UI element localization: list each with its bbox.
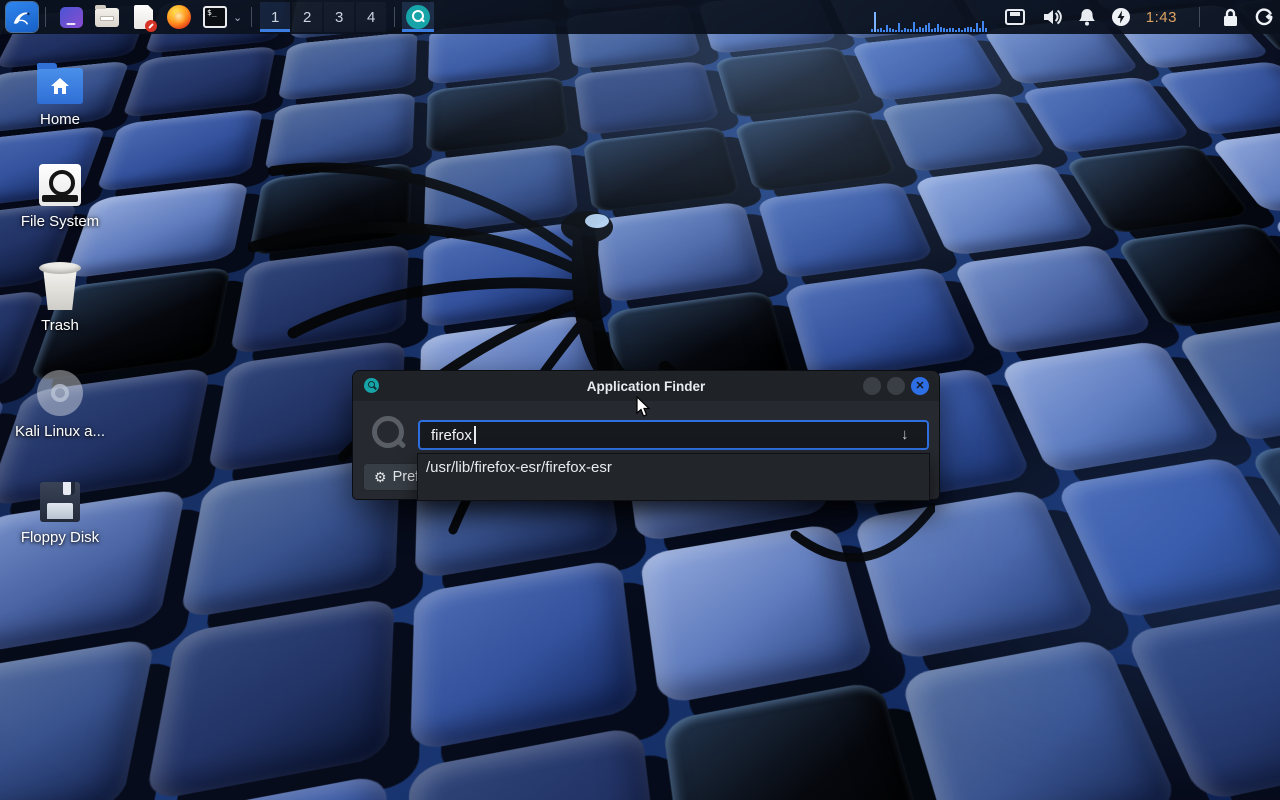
- window-title: Application Finder: [353, 379, 939, 394]
- desktop-icon-floppy-disk[interactable]: Floppy Disk: [5, 474, 115, 546]
- file-manager-icon: [95, 8, 119, 27]
- text-editor-icon: [134, 5, 153, 29]
- text-caret: [474, 426, 476, 444]
- terminal-icon: $_: [203, 6, 227, 28]
- panel-clock[interactable]: 1:43: [1146, 9, 1177, 26]
- kali-logo-icon: [11, 6, 33, 28]
- applications-menu-button[interactable]: [6, 2, 38, 32]
- gear-icon: ⚙: [374, 469, 387, 486]
- hard-drive-icon: [39, 164, 81, 206]
- workspace-button-3[interactable]: 3: [324, 2, 354, 32]
- lock-icon: [1222, 8, 1239, 27]
- launcher-terminal[interactable]: $_: [202, 4, 228, 30]
- search-input[interactable]: [418, 420, 929, 450]
- application-finder-icon: [406, 5, 430, 29]
- workspace-button-1[interactable]: 1: [260, 2, 290, 32]
- desktop-screen: $_ ⌄ 1 2 3 4: [0, 0, 1280, 800]
- firefox-icon: [167, 5, 191, 29]
- notifications-tray-button[interactable]: [1078, 7, 1096, 27]
- desktop-icon-label: File System: [5, 213, 115, 230]
- titlebar[interactable]: Application Finder ✕: [353, 371, 939, 401]
- desktop-icon-label: Kali Linux a...: [5, 423, 115, 440]
- autocomplete-suggestion[interactable]: /usr/lib/firefox-esr/firefox-esr: [418, 454, 929, 481]
- desktop-icon-label: Trash: [5, 317, 115, 334]
- power-battery-icon: [1111, 7, 1131, 27]
- terminal-dropdown-chevron-icon[interactable]: ⌄: [233, 11, 242, 24]
- system-tray: 1:43: [871, 0, 1274, 34]
- close-button[interactable]: ✕: [911, 377, 929, 395]
- kali-dragon-logo: [235, 105, 935, 595]
- desktop-icon-home[interactable]: Home: [5, 56, 115, 128]
- launcher-files-app[interactable]: [58, 4, 84, 30]
- desktop-icon-trash[interactable]: Trash: [5, 262, 115, 334]
- house-icon: [50, 77, 70, 95]
- network-tray-button[interactable]: [1004, 7, 1026, 27]
- trash-rim: [39, 262, 81, 274]
- taskbar-application-finder-button[interactable]: [402, 2, 434, 32]
- logout-icon: [1254, 7, 1274, 27]
- lock-screen-button[interactable]: [1222, 8, 1239, 27]
- logout-button[interactable]: [1254, 7, 1274, 27]
- files-app-icon: [60, 7, 83, 28]
- network-wired-icon: [1004, 7, 1026, 27]
- volume-icon: [1041, 7, 1063, 27]
- floppy-disk-icon: [40, 482, 80, 522]
- panel-separator: [251, 7, 252, 27]
- top-panel: $_ ⌄ 1 2 3 4: [0, 0, 1280, 34]
- autocomplete-popup: /usr/lib/firefox-esr/firefox-esr: [417, 453, 930, 501]
- power-manager-tray-button[interactable]: [1111, 7, 1131, 27]
- panel-separator: [45, 7, 46, 27]
- launcher-firefox[interactable]: [166, 4, 192, 30]
- home-folder-icon: [37, 68, 83, 104]
- launcher-file-manager[interactable]: [94, 4, 120, 30]
- system-load-graph[interactable]: [871, 0, 989, 34]
- panel-separator: [1199, 7, 1200, 27]
- launcher-text-editor[interactable]: [130, 4, 156, 30]
- minimize-button[interactable]: [863, 377, 881, 395]
- edit-badge-icon: [145, 20, 157, 32]
- desktop-icon-label: Home: [5, 111, 115, 128]
- workspace-button-4[interactable]: 4: [356, 2, 386, 32]
- workspace-button-2[interactable]: 2: [292, 2, 322, 32]
- trash-icon: [41, 270, 79, 310]
- disc-icon: [37, 370, 83, 416]
- application-finder-window-icon: [364, 378, 379, 393]
- search-icon: [370, 414, 406, 450]
- bell-icon: [1078, 7, 1096, 27]
- desktop-icon-label: Floppy Disk: [5, 529, 115, 546]
- desktop-icon-kali-linux[interactable]: Kali Linux a...: [5, 368, 115, 440]
- desktop-icon-file-system[interactable]: File System: [5, 158, 115, 230]
- panel-separator: [394, 7, 395, 27]
- volume-tray-button[interactable]: [1041, 7, 1063, 27]
- maximize-button[interactable]: [887, 377, 905, 395]
